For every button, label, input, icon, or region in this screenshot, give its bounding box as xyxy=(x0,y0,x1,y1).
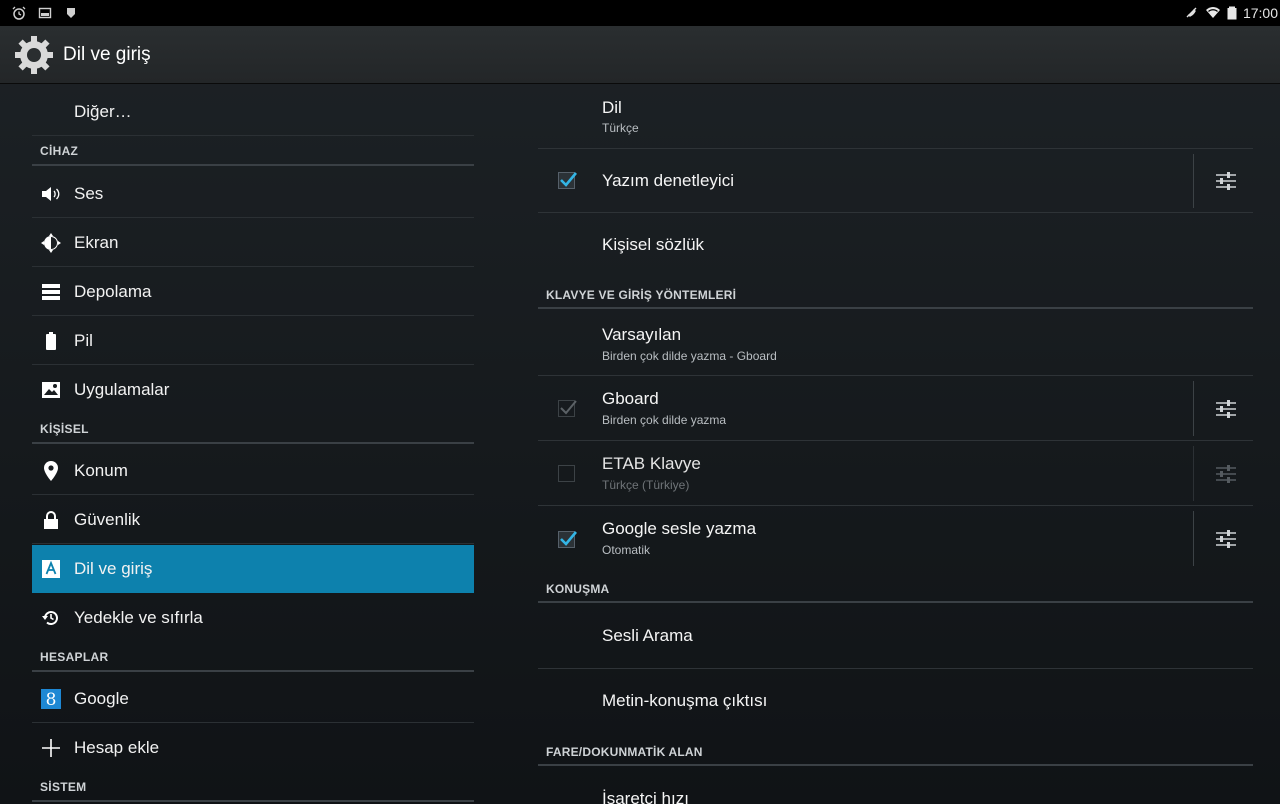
apps-icon xyxy=(40,379,62,401)
sidebar-item-label: Dil ve giriş xyxy=(74,559,153,578)
status-left xyxy=(0,6,78,20)
page-title: Dil ve giriş xyxy=(63,43,151,65)
storage-icon xyxy=(40,281,62,303)
sidebar-item-label: Konum xyxy=(74,460,128,480)
volume-icon xyxy=(40,183,62,205)
language-value: Türkçe xyxy=(602,121,639,135)
section-header-accounts: HESAPLAR xyxy=(32,644,474,672)
gboard-row[interactable]: Gboard Birden çok dilde yazma xyxy=(538,376,1253,441)
text-to-speech-title: Metin-konuşma çıktısı xyxy=(602,691,768,710)
google-voice-typing-checkbox[interactable] xyxy=(558,531,577,548)
sidebar-item-storage[interactable]: Depolama xyxy=(32,268,474,316)
alarm-icon xyxy=(12,6,26,20)
language-row[interactable]: Dil Türkçe xyxy=(538,84,1253,149)
location-icon xyxy=(40,460,62,482)
settings-detail: Dil Türkçe Yazım denetleyici Kişisel söz… xyxy=(538,84,1253,804)
default-keyboard-title: Varsayılan xyxy=(602,325,682,344)
default-keyboard-value: Birden çok dilde yazma - Gboard xyxy=(602,349,777,363)
sidebar-item-label: Depolama xyxy=(74,281,152,301)
mute-icon xyxy=(1186,7,1197,18)
gboard-title: Gboard xyxy=(602,389,659,408)
google-icon: 8 xyxy=(40,688,62,710)
etab-keyboard-checkbox[interactable] xyxy=(558,465,575,482)
personal-dictionary-row[interactable]: Kişisel sözlük xyxy=(538,213,1253,277)
sidebar-item-security[interactable]: Güvenlik xyxy=(32,496,474,544)
personal-dictionary-title: Kişisel sözlük xyxy=(602,235,705,254)
etab-keyboard-subtitle: Türkçe (Türkiye) xyxy=(602,478,690,492)
screenshot-icon xyxy=(38,7,52,19)
sidebar-item-label: Uygulamalar xyxy=(74,380,170,399)
sidebar-item-label: Güvenlik xyxy=(74,509,141,529)
sidebar-item-label: Google xyxy=(74,688,129,708)
sidebar-item-label: Ses xyxy=(74,183,104,203)
section-header-personal: KİŞİSEL xyxy=(32,416,474,444)
text-to-speech-row[interactable]: Metin-konuşma çıktısı xyxy=(538,669,1253,734)
sidebar-item-sound[interactable]: Ses xyxy=(32,170,474,218)
settings-sliders-icon[interactable] xyxy=(1214,527,1238,551)
section-header-device: CİHAZ xyxy=(32,138,474,166)
voice-search-title: Sesli Arama xyxy=(602,626,693,645)
spell-checker-row[interactable]: Yazım denetleyici xyxy=(538,149,1253,213)
sidebar-item-battery[interactable]: Pil xyxy=(32,317,474,365)
section-header-keyboard: KLAVYE VE GİRİŞ YÖNTEMLERİ xyxy=(538,283,1253,309)
settings-sliders-icon[interactable] xyxy=(1214,397,1238,421)
section-header-system: SİSTEM xyxy=(32,774,474,802)
sidebar-item-apps[interactable]: Uygulamalar xyxy=(32,366,474,414)
plus-icon xyxy=(40,737,62,759)
battery-icon xyxy=(40,330,62,352)
spell-checker-checkbox[interactable] xyxy=(558,172,577,189)
google-voice-typing-subtitle: Otomatik xyxy=(602,543,651,557)
battery-icon xyxy=(1227,6,1237,20)
sidebar-item-display[interactable]: Ekran xyxy=(32,219,474,267)
section-header-mouse: FARE/DOKUNMATİK ALAN xyxy=(538,740,1253,766)
settings-sliders-icon[interactable] xyxy=(1214,169,1238,193)
gboard-subtitle: Birden çok dilde yazma xyxy=(602,413,727,427)
sidebar-item-label: Ekran xyxy=(74,232,119,252)
etab-keyboard-row[interactable]: ETAB Klavye Türkçe (Türkiye) xyxy=(538,441,1253,506)
wifi-icon xyxy=(1205,7,1220,18)
vertical-divider xyxy=(1193,511,1194,566)
checkmark-icon xyxy=(560,400,577,415)
settings-sidebar: Diğer… CİHAZ Ses Ekran Depolama Pil Uygu… xyxy=(32,84,474,804)
voice-search-row[interactable]: Sesli Arama xyxy=(538,605,1253,669)
action-bar: Dil ve giriş xyxy=(0,26,1280,84)
sidebar-item-google[interactable]: 8 Google xyxy=(32,675,474,723)
section-header-speech: KONUŞMA xyxy=(538,577,1253,603)
language-icon xyxy=(40,558,62,580)
language-title: Dil xyxy=(602,98,622,117)
spell-checker-title: Yazım denetleyici xyxy=(602,171,734,190)
vertical-divider xyxy=(1193,381,1194,436)
restore-icon xyxy=(40,607,62,629)
sidebar-item-label: Hesap ekle xyxy=(74,738,160,757)
vertical-divider xyxy=(1193,154,1194,208)
etab-keyboard-title: ETAB Klavye xyxy=(602,454,701,473)
lock-icon xyxy=(40,509,62,531)
sidebar-item-label: Pil xyxy=(74,330,93,350)
sidebar-item-location[interactable]: Konum xyxy=(32,447,474,495)
brightness-icon xyxy=(40,232,62,254)
google-voice-typing-title: Google sesle yazma xyxy=(602,519,757,538)
shield-icon xyxy=(67,8,75,18)
sidebar-item-language-input[interactable]: Dil ve giriş xyxy=(32,545,474,593)
google-voice-typing-row[interactable]: Google sesle yazma Otomatik xyxy=(538,506,1253,571)
vertical-divider xyxy=(1193,446,1194,501)
checkmark-icon xyxy=(560,172,577,187)
default-keyboard-row[interactable]: Varsayılan Birden çok dilde yazma - Gboa… xyxy=(538,311,1253,376)
sidebar-item-add-account[interactable]: Hesap ekle xyxy=(32,724,474,772)
sidebar-item-backup-reset[interactable]: Yedekle ve sıfırla xyxy=(32,594,474,642)
settings-sliders-icon xyxy=(1216,465,1236,483)
svg-text:8: 8 xyxy=(46,690,57,709)
sidebar-item-label: Diğer… xyxy=(74,101,132,121)
checkmark-icon xyxy=(560,531,577,546)
status-time: 17:00 xyxy=(1242,5,1278,21)
pointer-speed-row[interactable]: İşaretçi hızı xyxy=(538,768,1253,804)
gboard-checkbox xyxy=(558,400,577,417)
sidebar-item-other[interactable]: Diğer… xyxy=(32,88,474,136)
status-right: 17:00 xyxy=(1185,5,1280,21)
status-bar: 17:00 xyxy=(0,0,1280,26)
settings-gear-icon[interactable] xyxy=(12,33,56,77)
pointer-speed-title: İşaretçi hızı xyxy=(602,789,689,804)
sidebar-item-label: Yedekle ve sıfırla xyxy=(74,608,203,627)
